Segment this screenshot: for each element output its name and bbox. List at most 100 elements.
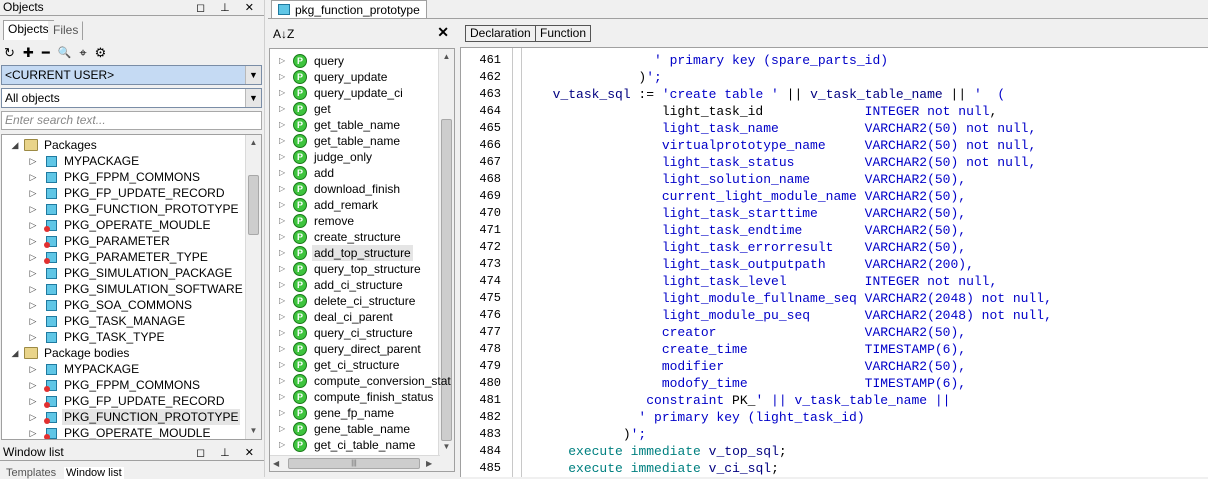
search-input[interactable]: Enter search text... xyxy=(1,111,262,130)
expand-icon[interactable]: ▷ xyxy=(279,389,287,405)
code-line[interactable]: 464 light_task_id INTEGER not null, xyxy=(461,103,1208,120)
expand-icon[interactable]: ▷ xyxy=(279,357,287,373)
expand-icon[interactable]: ▷ xyxy=(28,217,38,233)
procedure-item[interactable]: ▷ Pquery_update_ci xyxy=(270,85,438,101)
tab-declaration[interactable]: Declaration xyxy=(465,25,536,42)
tree-item-package-body[interactable]: ▷ PKG_OPERATE_MOUDLE xyxy=(2,425,242,439)
tree-item-package[interactable]: ▷ PKG_SIMULATION_PACKAGE xyxy=(2,265,242,281)
expand-icon[interactable]: ▷ xyxy=(279,245,287,261)
expand-icon[interactable]: ▷ xyxy=(28,201,38,217)
expand-icon[interactable]: ▷ xyxy=(28,313,38,329)
procedure-item[interactable]: ▷ Premove xyxy=(270,213,438,229)
add-icon[interactable]: ✚ xyxy=(23,44,34,62)
user-select[interactable]: <CURRENT USER> ▼ xyxy=(1,65,262,85)
expand-icon[interactable]: ▷ xyxy=(279,53,287,69)
expand-icon[interactable]: ▷ xyxy=(28,233,38,249)
expand-icon[interactable]: ▷ xyxy=(28,169,38,185)
expand-icon[interactable]: ▷ xyxy=(279,421,287,437)
tree-scrollbar[interactable]: ▲ ▼ xyxy=(245,135,261,439)
tab-window-list[interactable]: Window list xyxy=(64,467,124,479)
procedure-item[interactable]: ▷ Padd xyxy=(270,165,438,181)
chevron-down-icon[interactable]: ▼ xyxy=(245,66,261,84)
code-editor[interactable]: 461 ' primary key (spare_parts_id) 462 )'… xyxy=(460,47,1208,477)
refresh-icon[interactable]: ↻ xyxy=(4,44,15,62)
tree-item-package[interactable]: ▷ PKG_FPPM_COMMONS xyxy=(2,169,242,185)
code-line[interactable]: 483 )'; xyxy=(461,426,1208,443)
procedure-item[interactable]: ▷ Pquery_top_structure xyxy=(270,261,438,277)
expand-icon[interactable]: ▷ xyxy=(279,133,287,149)
procedure-item[interactable]: ▷ Padd_remark xyxy=(270,197,438,213)
code-line[interactable]: 471 light_task_endtime VARCHAR2(50), xyxy=(461,222,1208,239)
expand-icon[interactable]: ▷ xyxy=(279,117,287,133)
procedure-hscrollbar[interactable]: ◀ ||| ▶ xyxy=(270,455,440,471)
expand-icon[interactable]: ▷ xyxy=(28,393,38,409)
expand-icon[interactable]: ▷ xyxy=(28,329,38,345)
code-line[interactable]: 475 light_module_fullname_seq VARCHAR2(2… xyxy=(461,290,1208,307)
tree-item-package[interactable]: ▷ PKG_SOA_COMMONS xyxy=(2,297,242,313)
code-line[interactable]: 462 )'; xyxy=(461,69,1208,86)
expand-icon[interactable]: ▷ xyxy=(279,437,287,453)
procedure-item[interactable]: ▷ Pget_ci_table_name xyxy=(270,437,438,453)
code-line[interactable]: 480 modofy_time TIMESTAMP(6), xyxy=(461,375,1208,392)
panel-window-buttons[interactable]: ◻ ⊥ ✕ xyxy=(196,446,260,461)
code-line[interactable]: 481 constraint PK_' || v_task_table_name… xyxy=(461,392,1208,409)
procedure-item[interactable]: ▷ Pgene_table_name xyxy=(270,421,438,437)
procedure-item[interactable]: ▷ Pquery_update xyxy=(270,69,438,85)
procedure-item[interactable]: ▷ Pquery_direct_parent xyxy=(270,341,438,357)
expand-icon[interactable]: ▷ xyxy=(28,409,38,425)
code-line[interactable]: 473 light_task_outputpath VARCHAR2(200), xyxy=(461,256,1208,273)
tab-files[interactable]: Files xyxy=(48,21,84,40)
collapse-icon[interactable]: ◢ xyxy=(10,137,20,153)
hscroll-thumb[interactable]: ||| xyxy=(288,458,420,469)
document-tab[interactable]: pkg_function_prototype xyxy=(271,0,427,18)
procedure-item[interactable]: ▷ Pget xyxy=(270,101,438,117)
expand-icon[interactable]: ▷ xyxy=(279,85,287,101)
filter-settings-icon[interactable]: ⚙ xyxy=(95,44,107,62)
expand-icon[interactable]: ▷ xyxy=(279,197,287,213)
expand-icon[interactable]: ▷ xyxy=(279,309,287,325)
scroll-down-icon[interactable]: ▼ xyxy=(439,439,454,455)
code-line[interactable]: 465 light_task_name VARCHAR2(50) not nul… xyxy=(461,120,1208,137)
code-line[interactable]: 461 ' primary key (spare_parts_id) xyxy=(461,52,1208,69)
scroll-right-icon[interactable]: ▶ xyxy=(426,456,432,471)
expand-icon[interactable]: ▷ xyxy=(279,101,287,117)
procedure-item[interactable]: ▷ Pget_table_name xyxy=(270,133,438,149)
code-line[interactable]: 467 light_task_status VARCHAR2(50) not n… xyxy=(461,154,1208,171)
expand-icon[interactable]: ▷ xyxy=(279,293,287,309)
expand-icon[interactable]: ▷ xyxy=(28,281,38,297)
remove-icon[interactable]: ━ xyxy=(42,44,50,62)
tree-item-package[interactable]: ▷ PKG_FUNCTION_PROTOTYPE xyxy=(2,201,242,217)
scroll-thumb[interactable] xyxy=(248,175,259,235)
procedure-item[interactable]: ▷ Pquery_ci_structure xyxy=(270,325,438,341)
tree-item-package-body[interactable]: ▷ MYPACKAGE xyxy=(2,361,242,377)
expand-icon[interactable]: ▷ xyxy=(28,377,38,393)
procedure-item[interactable]: ▷ Padd_top_structure xyxy=(270,245,438,261)
expand-icon[interactable]: ▷ xyxy=(279,405,287,421)
procedure-item[interactable]: ▷ Pquery xyxy=(270,53,438,69)
tree-item-package-body[interactable]: ▷ PKG_FPPM_COMMONS xyxy=(2,377,242,393)
expand-icon[interactable]: ▷ xyxy=(279,69,287,85)
object-type-select[interactable]: All objects ▼ xyxy=(1,88,262,108)
tab-templates[interactable]: Templates xyxy=(6,467,56,479)
close-icon[interactable]: ✕ xyxy=(437,24,449,41)
procedure-scrollbar[interactable]: ▲ ▼ xyxy=(438,49,454,471)
expand-icon[interactable]: ▷ xyxy=(28,185,38,201)
tab-objects[interactable]: Objects xyxy=(3,20,54,40)
scroll-down-icon[interactable]: ▼ xyxy=(246,423,261,439)
tree-item-package-body[interactable]: ▷ PKG_FP_UPDATE_RECORD xyxy=(2,393,242,409)
procedure-item[interactable]: ▷ Pdownload_finish xyxy=(270,181,438,197)
collapse-icon[interactable]: ◢ xyxy=(10,345,20,361)
procedure-item[interactable]: ▷ Pget_ci_structure xyxy=(270,357,438,373)
tree-folder-package-bodies[interactable]: ◢ Package bodies xyxy=(2,345,242,361)
expand-icon[interactable]: ▷ xyxy=(279,277,287,293)
expand-icon[interactable]: ▷ xyxy=(279,261,287,277)
expand-icon[interactable]: ▷ xyxy=(279,165,287,181)
tree-folder-packages[interactable]: ◢ Packages xyxy=(2,137,242,153)
code-line[interactable]: 476 light_module_pu_seq VARCHAR2(2048) n… xyxy=(461,307,1208,324)
scroll-up-icon[interactable]: ▲ xyxy=(246,135,261,151)
expand-icon[interactable]: ▷ xyxy=(279,229,287,245)
tree-item-package[interactable]: ▷ PKG_TASK_TYPE xyxy=(2,329,242,345)
expand-icon[interactable]: ▷ xyxy=(28,249,38,265)
scroll-left-icon[interactable]: ◀ xyxy=(273,456,279,471)
filter-icon[interactable]: ⌖ xyxy=(79,44,86,62)
